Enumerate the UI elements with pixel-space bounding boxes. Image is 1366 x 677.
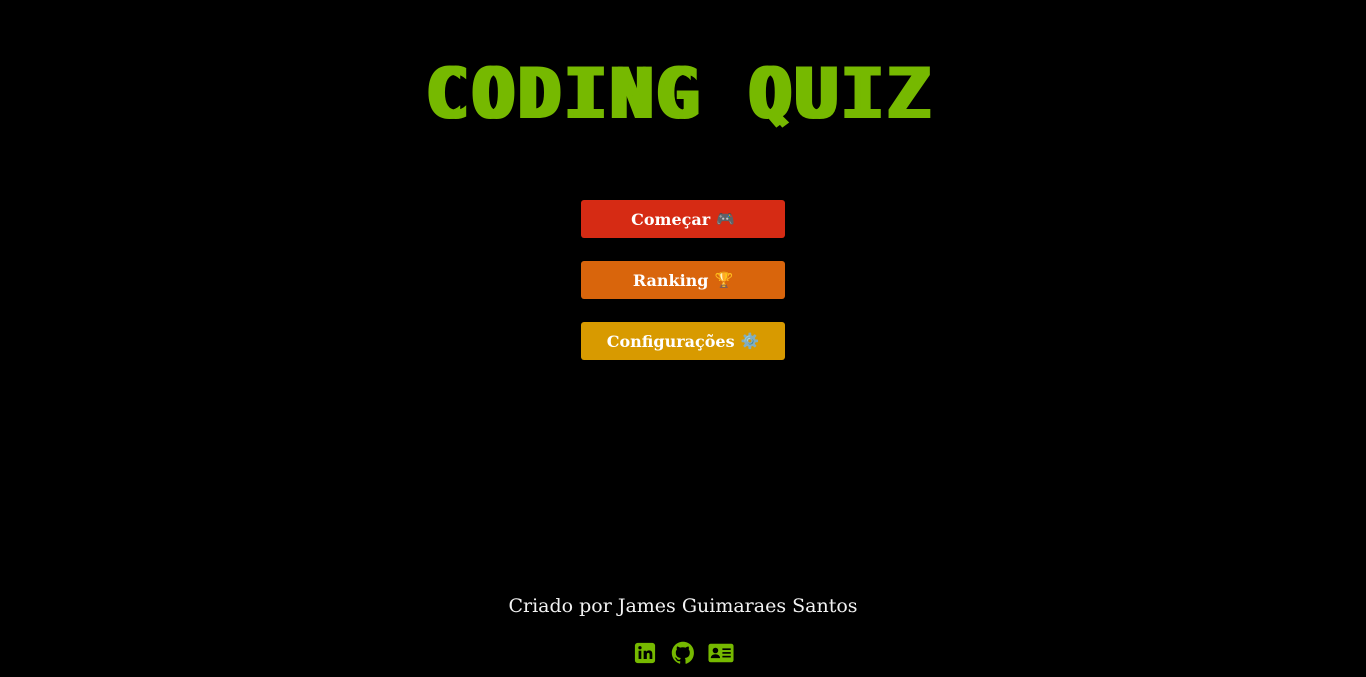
game-title: CODING QUIZ: [429, 53, 937, 135]
settings-button[interactable]: Configurações ⚙️: [581, 322, 785, 360]
github-icon: [671, 641, 694, 664]
github-link[interactable]: [670, 640, 696, 666]
contact-card-link[interactable]: [708, 640, 734, 666]
title-container: CODING QUIZ: [0, 58, 1366, 130]
linkedin-link[interactable]: [632, 640, 658, 666]
gear-icon: ⚙️: [740, 332, 760, 350]
social-links: [0, 640, 1366, 666]
settings-button-label: Configurações: [606, 331, 735, 351]
contact-card-icon: [708, 643, 734, 663]
main-menu: Começar 🎮 Ranking 🏆 Configurações ⚙️: [581, 200, 785, 383]
ranking-button[interactable]: Ranking 🏆: [581, 261, 785, 299]
trophy-icon: 🏆: [714, 271, 734, 289]
start-button[interactable]: Começar 🎮: [581, 200, 785, 238]
ranking-button-label: Ranking: [632, 270, 709, 290]
start-button-label: Começar: [631, 209, 711, 229]
author-credit: Criado por James Guimaraes Santos: [508, 595, 858, 617]
gamepad-icon: 🎮: [716, 210, 735, 228]
linkedin-icon: [634, 642, 656, 664]
